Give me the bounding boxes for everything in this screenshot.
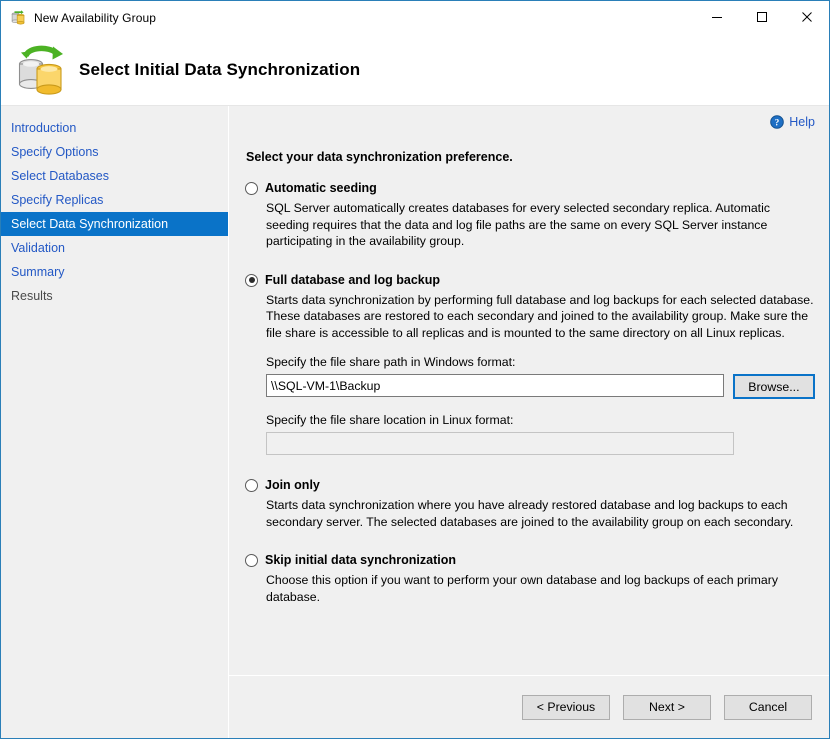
option-description: SQL Server automatically creates databas… [266, 200, 814, 250]
option-label: Join only [265, 477, 320, 493]
option-label: Skip initial data synchronization [265, 552, 456, 568]
close-icon[interactable] [784, 1, 829, 33]
synchronization-options-panel: Select your data synchronization prefere… [229, 138, 829, 675]
help-link[interactable]: ? Help [770, 115, 815, 129]
radio-indicator-selected [245, 274, 258, 287]
linux-share-path-input[interactable] [266, 432, 734, 455]
panel-instruction: Select your data synchronization prefere… [246, 150, 815, 164]
window-controls [694, 1, 829, 34]
cancel-button[interactable]: Cancel [724, 695, 812, 720]
page-title: Select Initial Data Synchronization [79, 60, 360, 80]
radio-automatic-seeding[interactable]: Automatic seeding [245, 180, 815, 196]
option-skip-initial-data-synchronization: Skip initial data synchronization Choose… [245, 552, 815, 605]
title-bar: New Availability Group [1, 1, 829, 34]
help-row: ? Help [229, 106, 829, 138]
sidebar-item-select-data-synchronization[interactable]: Select Data Synchronization [1, 212, 228, 236]
radio-skip-initial-data-synchronization[interactable]: Skip initial data synchronization [245, 552, 815, 568]
previous-button[interactable]: < Previous [522, 695, 610, 720]
sidebar-item-validation[interactable]: Validation [1, 236, 228, 260]
page-header: Select Initial Data Synchronization [1, 34, 829, 105]
sidebar-item-introduction[interactable]: Introduction [1, 116, 228, 140]
content-area: ? Help Select your data synchronization … [229, 106, 829, 738]
radio-full-database-and-log-backup[interactable]: Full database and log backup [245, 272, 815, 288]
option-automatic-seeding: Automatic seeding SQL Server automatical… [245, 180, 815, 250]
radio-indicator [245, 554, 258, 567]
linux-path-block: Specify the file share location in Linux… [266, 413, 815, 455]
help-circle-icon: ? [770, 115, 784, 129]
linux-path-row [266, 432, 815, 455]
browse-button[interactable]: Browse... [733, 374, 815, 399]
minimize-icon[interactable] [694, 1, 739, 33]
windows-share-path-input[interactable] [266, 374, 724, 397]
sidebar-item-specify-options[interactable]: Specify Options [1, 140, 228, 164]
radio-indicator [245, 479, 258, 492]
wizard-navigation-sidebar: Introduction Specify Options Select Data… [1, 106, 229, 738]
option-label: Full database and log backup [265, 272, 440, 288]
linux-path-label: Specify the file share location in Linux… [266, 413, 815, 427]
body-area: Introduction Specify Options Select Data… [1, 105, 829, 738]
sidebar-item-results: Results [1, 284, 228, 308]
maximize-icon[interactable] [739, 1, 784, 33]
next-button[interactable]: Next > [623, 695, 711, 720]
database-sync-large-icon [13, 42, 71, 98]
wizard-footer: < Previous Next > Cancel [229, 675, 829, 738]
option-join-only: Join only Starts data synchronization wh… [245, 477, 815, 530]
svg-text:?: ? [775, 117, 780, 127]
windows-path-row: Browse... [266, 374, 815, 399]
sidebar-item-summary[interactable]: Summary [1, 260, 228, 284]
radio-indicator [245, 182, 258, 195]
option-full-database-and-log-backup: Full database and log backup Starts data… [245, 272, 815, 456]
option-description: Choose this option if you want to perfor… [266, 572, 814, 605]
database-sync-icon [10, 9, 27, 26]
help-label: Help [789, 115, 815, 129]
radio-join-only[interactable]: Join only [245, 477, 815, 493]
sidebar-item-specify-replicas[interactable]: Specify Replicas [1, 188, 228, 212]
option-description: Starts data synchronization where you ha… [266, 497, 814, 530]
option-description: Starts data synchronization by performin… [266, 292, 814, 342]
sidebar-item-select-databases[interactable]: Select Databases [1, 164, 228, 188]
window-title: New Availability Group [34, 11, 156, 25]
windows-path-label: Specify the file share path in Windows f… [266, 355, 815, 369]
option-label: Automatic seeding [265, 180, 377, 196]
windows-path-block: Specify the file share path in Windows f… [266, 355, 815, 399]
new-availability-group-window: New Availability Group [0, 0, 830, 739]
